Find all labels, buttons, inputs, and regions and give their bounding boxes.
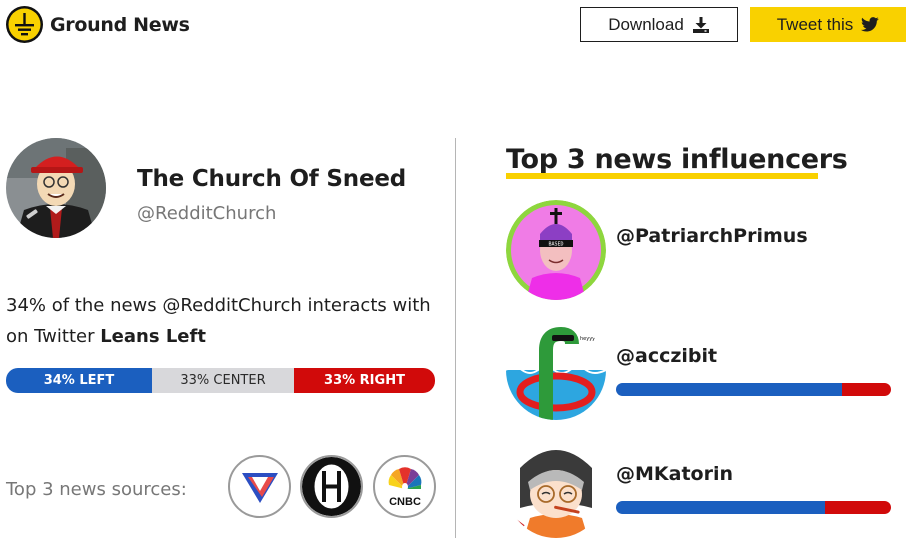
influencers-title: Top 3 news influencers: [506, 144, 848, 175]
profile-avatar: [6, 138, 106, 238]
brand-logo[interactable]: Ground News: [6, 6, 190, 43]
download-button[interactable]: Download: [580, 7, 738, 42]
source-verge-logo[interactable]: [228, 455, 291, 518]
influencer-avatar-patriarchprimus[interactable]: BASED: [506, 200, 606, 300]
influencer-avatar-acczibit[interactable]: heyyy: [506, 320, 606, 420]
profile-name: The Church Of Sneed: [137, 166, 407, 192]
bias-summary: 34% of the news @RedditChurch interacts …: [6, 290, 451, 352]
bias-summary-text: 34% of the news @RedditChurch interacts …: [6, 295, 431, 347]
influencer-bias-right: [825, 501, 891, 514]
influencer-bias-left: [616, 501, 825, 514]
tweet-label: Tweet this: [776, 14, 854, 34]
verge-logo-icon: [241, 472, 278, 503]
tweet-button[interactable]: Tweet this: [750, 7, 906, 42]
profile-handle: @RedditChurch: [137, 203, 277, 224]
heyyy-text: heyyy: [580, 336, 595, 342]
ground-news-icon: [6, 6, 43, 43]
cnbc-text: CNBC: [389, 496, 421, 508]
influencer-bias-bar-mkatorin: [616, 501, 891, 514]
bias-distribution-bar: 34% LEFT 33% CENTER 33% RIGHT: [6, 368, 435, 393]
download-icon: [692, 16, 710, 34]
bias-left-segment: 34% LEFT: [6, 368, 152, 393]
download-label: Download: [608, 14, 684, 34]
bias-lean: Leans Left: [100, 326, 206, 347]
influencer-bias-left: [616, 383, 842, 396]
column-divider: [455, 138, 456, 538]
source-hill-logo[interactable]: [300, 455, 363, 518]
bias-center-segment: 33% CENTER: [152, 368, 294, 393]
hill-logo-icon: [302, 457, 361, 516]
title-underline: [506, 173, 818, 179]
influencer-handle-patriarchprimus[interactable]: @PatriarchPrimus: [616, 225, 808, 247]
influencer-bias-bar-acczibit: [616, 383, 891, 396]
influencer-handle-mkatorin[interactable]: @MKatorin: [616, 463, 733, 485]
top-sources-label: Top 3 news sources:: [6, 479, 187, 500]
influencer-handle-acczibit[interactable]: @acczibit: [616, 345, 717, 367]
bias-right-segment: 33% RIGHT: [294, 368, 435, 393]
cnbc-peacock-icon: CNBC: [388, 466, 421, 508]
deal-with-it-glasses-text: BASED: [548, 242, 563, 248]
influencer-bias-right: [841, 383, 891, 396]
twitter-bird-icon: [861, 17, 879, 32]
brand-name: Ground News: [50, 13, 190, 36]
influencer-avatar-mkatorin[interactable]: [506, 438, 606, 538]
source-cnbc-logo[interactable]: CNBC: [373, 455, 436, 518]
